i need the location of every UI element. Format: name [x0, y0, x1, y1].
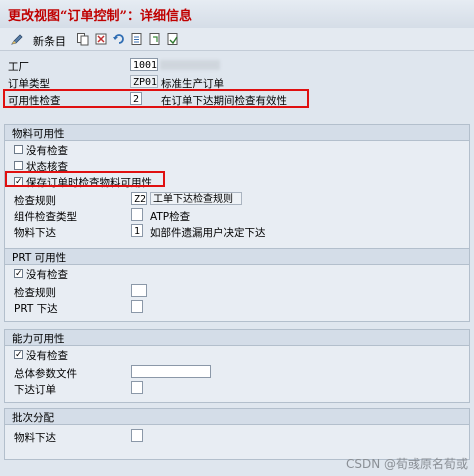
- prt-release-label: PRT 下达: [14, 303, 58, 315]
- batch-group-title: 批次分配: [12, 412, 54, 424]
- overall-profile-field[interactable]: [131, 365, 211, 378]
- capacity-group-title: 能力可用性: [12, 333, 65, 345]
- check-rule-text: 工单下达检查规则: [150, 192, 242, 205]
- check-rule-field[interactable]: Z2: [131, 192, 147, 205]
- delete-icon[interactable]: [94, 32, 108, 46]
- prt-release-field[interactable]: [131, 300, 143, 313]
- batch-material-release-label: 物料下达: [14, 432, 56, 444]
- prt-group-header: PRT 可用性: [5, 249, 469, 265]
- prt-check-rule-label: 检查规则: [14, 287, 56, 299]
- copy-icon[interactable]: [76, 32, 90, 46]
- overall-profile-label: 总体参数文件: [14, 368, 77, 380]
- component-check-type-field[interactable]: [131, 208, 143, 221]
- deselect-icon[interactable]: [148, 32, 162, 46]
- capacity-group-header: 能力可用性: [5, 330, 469, 346]
- plant-field[interactable]: 1001: [130, 58, 158, 71]
- window-title: 更改视图“订单控制”：详细信息: [8, 9, 192, 24]
- highlight-availability: [3, 89, 309, 108]
- select-all-icon[interactable]: [130, 32, 144, 46]
- prt-check-rule-field[interactable]: [131, 284, 147, 297]
- capacity-availability-group: 能力可用性 ✓ 没有检查 总体参数文件 下达订单: [4, 329, 470, 403]
- plant-name-redacted: [160, 60, 220, 70]
- detail-content: 工厂 1001 订单类型 ZP01 标准生产订单 可用性检查 2 在订单下达期间…: [0, 51, 474, 476]
- undo-icon[interactable]: [112, 32, 126, 46]
- batch-assignment-group: 批次分配 物料下达: [4, 408, 470, 460]
- prt-group-title: PRT 可用性: [12, 252, 67, 264]
- prt-availability-group: PRT 可用性 ✓ 没有检查 检查规则 PRT 下达: [4, 248, 470, 322]
- capacity-no-check-checkbox[interactable]: ✓: [14, 350, 23, 360]
- release-order-label: 下达订单: [14, 384, 56, 396]
- new-entries-button[interactable]: 新条目: [33, 33, 66, 49]
- status-check-checkbox[interactable]: [14, 161, 23, 170]
- pen-icon[interactable]: [10, 32, 24, 46]
- material-no-check-checkbox[interactable]: [14, 145, 23, 154]
- prt-no-check-label: 没有检查: [26, 269, 68, 281]
- prt-no-check-checkbox[interactable]: ✓: [14, 269, 23, 279]
- material-release-label: 物料下达: [14, 227, 56, 239]
- watermark: CSDN @荀彧原名荀或: [345, 457, 468, 471]
- batch-group-header: 批次分配: [5, 409, 469, 425]
- material-group-title: 物料可用性: [12, 128, 65, 140]
- batch-material-release-field[interactable]: [131, 429, 143, 442]
- capacity-no-check-label: 没有检查: [26, 350, 68, 362]
- component-check-type-label: 组件检查类型: [14, 211, 77, 223]
- material-no-check-label: 没有检查: [26, 145, 68, 157]
- order-type-field[interactable]: ZP01: [130, 75, 158, 88]
- material-release-text: 如部件遗漏用户决定下达: [150, 227, 266, 239]
- transport-icon[interactable]: [166, 32, 180, 46]
- component-check-type-text: ATP检查: [150, 211, 191, 223]
- plant-label: 工厂: [8, 61, 29, 73]
- title-bar: 更改视图“订单控制”：详细信息: [0, 0, 474, 29]
- release-order-field[interactable]: [131, 381, 143, 394]
- material-release-field[interactable]: 1: [131, 224, 143, 237]
- toolbar: 新条目: [0, 28, 474, 51]
- material-group-header: 物料可用性: [5, 125, 469, 141]
- highlight-save-check: [5, 171, 165, 187]
- check-rule-label: 检查规则: [14, 195, 56, 207]
